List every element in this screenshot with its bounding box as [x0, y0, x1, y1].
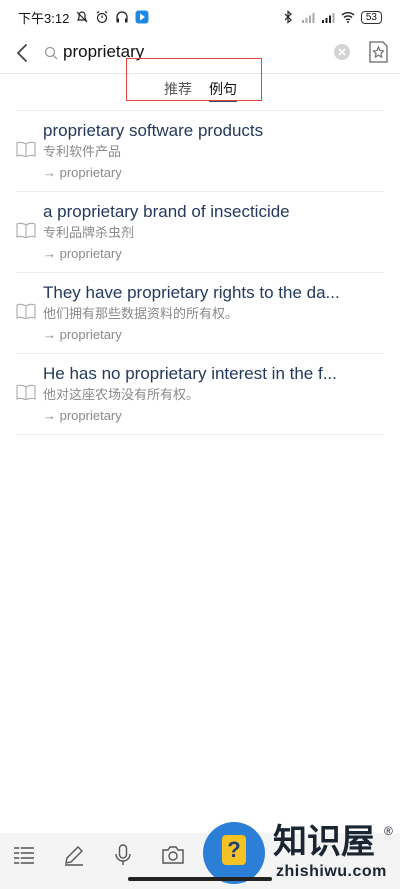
example-source-link[interactable]: → proprietary — [43, 407, 122, 424]
signal-hd-icon — [321, 13, 335, 23]
list-item[interactable]: a proprietary brand of insecticide 专利品牌杀… — [16, 192, 384, 273]
clear-icon[interactable] — [333, 43, 351, 61]
watermark-question-icon: ? — [222, 835, 246, 865]
example-sentence: They have proprietary rights to the da..… — [43, 283, 340, 302]
watermark-url: zhishiwu.com — [276, 863, 387, 880]
watermark-registered-mark: ® — [384, 824, 393, 838]
example-source-link[interactable]: → proprietary — [43, 164, 122, 181]
search-icon — [44, 46, 58, 60]
star-add-icon[interactable] — [366, 40, 390, 64]
example-translation: 专利品牌杀虫剂 — [43, 226, 135, 241]
status-bar: 下午3:12 53 — [0, 0, 400, 34]
wifi-icon — [341, 12, 355, 23]
status-time: 下午3:12 — [18, 10, 70, 26]
example-sentence: He has no proprietary interest in the f.… — [43, 364, 337, 383]
status-left: 下午3:12 — [18, 8, 149, 27]
chevron-left-icon[interactable] — [12, 42, 34, 64]
mute-bell-icon — [76, 11, 88, 23]
status-right: 53 — [281, 10, 382, 24]
pen-icon[interactable] — [62, 843, 86, 867]
headphones-icon — [116, 11, 128, 23]
home-indicator[interactable] — [128, 877, 272, 881]
list-icon[interactable] — [12, 843, 36, 867]
list-item[interactable]: He has no proprietary interest in the f.… — [16, 354, 384, 435]
list-item[interactable]: proprietary software products 专利软件产品 → p… — [16, 111, 384, 192]
example-sentence: a proprietary brand of insecticide — [43, 202, 290, 221]
example-translation: 他对这座农场没有所有权。 — [43, 388, 200, 403]
alarm-icon — [96, 11, 108, 24]
annotation-highlight-box — [126, 58, 262, 101]
example-source-link[interactable]: → proprietary — [43, 326, 122, 343]
example-translation: 他们拥有那些数据资料的所有权。 — [43, 307, 239, 322]
book-icon[interactable] — [16, 141, 36, 157]
example-source-link[interactable]: → proprietary — [43, 245, 122, 262]
book-icon[interactable] — [16, 303, 36, 319]
list-item[interactable]: They have proprietary rights to the da..… — [16, 273, 384, 354]
microphone-icon[interactable] — [111, 843, 135, 867]
app-notification-icon — [135, 10, 149, 24]
book-icon[interactable] — [16, 222, 36, 238]
bluetooth-icon — [284, 10, 292, 24]
camera-icon[interactable] — [161, 843, 185, 867]
watermark-title: 知识屋 — [273, 822, 375, 862]
signal-icon — [301, 13, 315, 23]
book-icon[interactable] — [16, 384, 36, 400]
example-sentence: proprietary software products — [43, 121, 264, 140]
example-translation: 专利软件产品 — [43, 145, 122, 160]
battery-indicator: 53 — [360, 10, 382, 24]
